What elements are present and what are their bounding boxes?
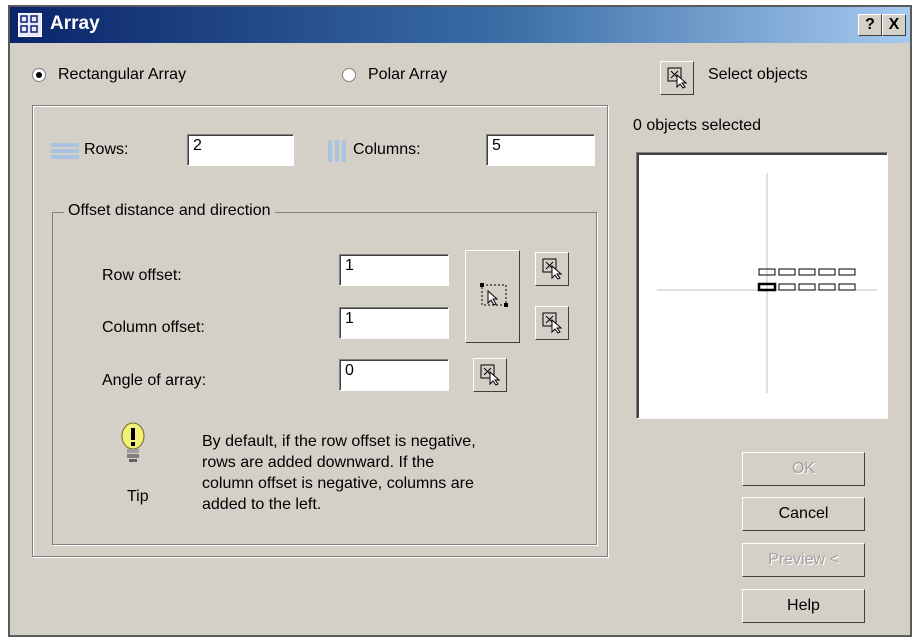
lightbulb-icon <box>118 422 148 472</box>
array-dialog: Array ? X Rectangular Array Polar Array … <box>8 5 912 637</box>
ok-button[interactable]: OK <box>742 452 865 486</box>
title-bar[interactable]: Array ? X <box>10 7 910 43</box>
pick-cursor-icon <box>480 364 501 386</box>
pick-cursor-icon <box>667 67 688 89</box>
cancel-button[interactable]: Cancel <box>742 497 865 531</box>
pick-both-offsets-button[interactable] <box>465 250 520 343</box>
rows-icon <box>50 140 80 162</box>
angle-label: Angle of array: <box>102 372 207 389</box>
tip-line: added to the left. <box>202 496 322 513</box>
help-title-button[interactable]: ? <box>858 14 882 36</box>
select-objects-button[interactable] <box>660 61 694 95</box>
tip-line: column offset is negative, columns are <box>202 475 474 492</box>
array-preview <box>636 152 888 419</box>
polar-array-label: Polar Array <box>368 66 448 83</box>
pick-cursor-icon <box>542 312 563 334</box>
rectangular-array-label: Rectangular Array <box>58 66 187 83</box>
objects-selected-count: 0 objects selected <box>633 117 762 134</box>
row-offset-label: Row offset: <box>102 267 182 284</box>
pick-angle-button[interactable] <box>473 358 507 392</box>
offset-group-title: Offset distance and direction <box>64 202 275 220</box>
pick-row-offset-button[interactable] <box>535 252 569 286</box>
pick-cursor-icon <box>542 258 563 280</box>
row-offset-input[interactable]: 1 <box>339 254 449 286</box>
tip-text: By default, if the row offset is negativ… <box>202 431 476 515</box>
columns-input[interactable]: 5 <box>486 134 595 166</box>
rows-label: Rows: <box>84 141 129 158</box>
rectangular-array-radio[interactable]: Rectangular Array <box>32 66 186 84</box>
rows-input[interactable]: 2 <box>187 134 294 166</box>
column-offset-input[interactable]: 1 <box>339 307 449 339</box>
pick-column-offset-button[interactable] <box>535 306 569 340</box>
columns-label: Columns: <box>353 141 421 158</box>
pick-both-offsets-icon <box>480 283 508 307</box>
array-preview-drawing <box>657 173 877 393</box>
tip-line: By default, if the row offset is negativ… <box>202 433 476 450</box>
preview-button[interactable]: Preview < <box>742 543 865 577</box>
radio-empty-icon <box>342 68 356 82</box>
tip-line: rows are added downward. If the <box>202 454 435 471</box>
columns-icon <box>326 139 350 163</box>
help-button[interactable]: Help <box>742 589 865 623</box>
window-title: Array <box>50 13 100 34</box>
radio-selected-icon <box>32 68 46 82</box>
tip-label: Tip <box>127 488 149 505</box>
array-app-icon <box>18 13 42 37</box>
angle-input[interactable]: 0 <box>339 359 449 391</box>
polar-array-radio[interactable]: Polar Array <box>342 66 447 84</box>
close-button[interactable]: X <box>882 14 906 36</box>
select-objects-label: Select objects <box>708 66 808 83</box>
column-offset-label: Column offset: <box>102 319 205 336</box>
